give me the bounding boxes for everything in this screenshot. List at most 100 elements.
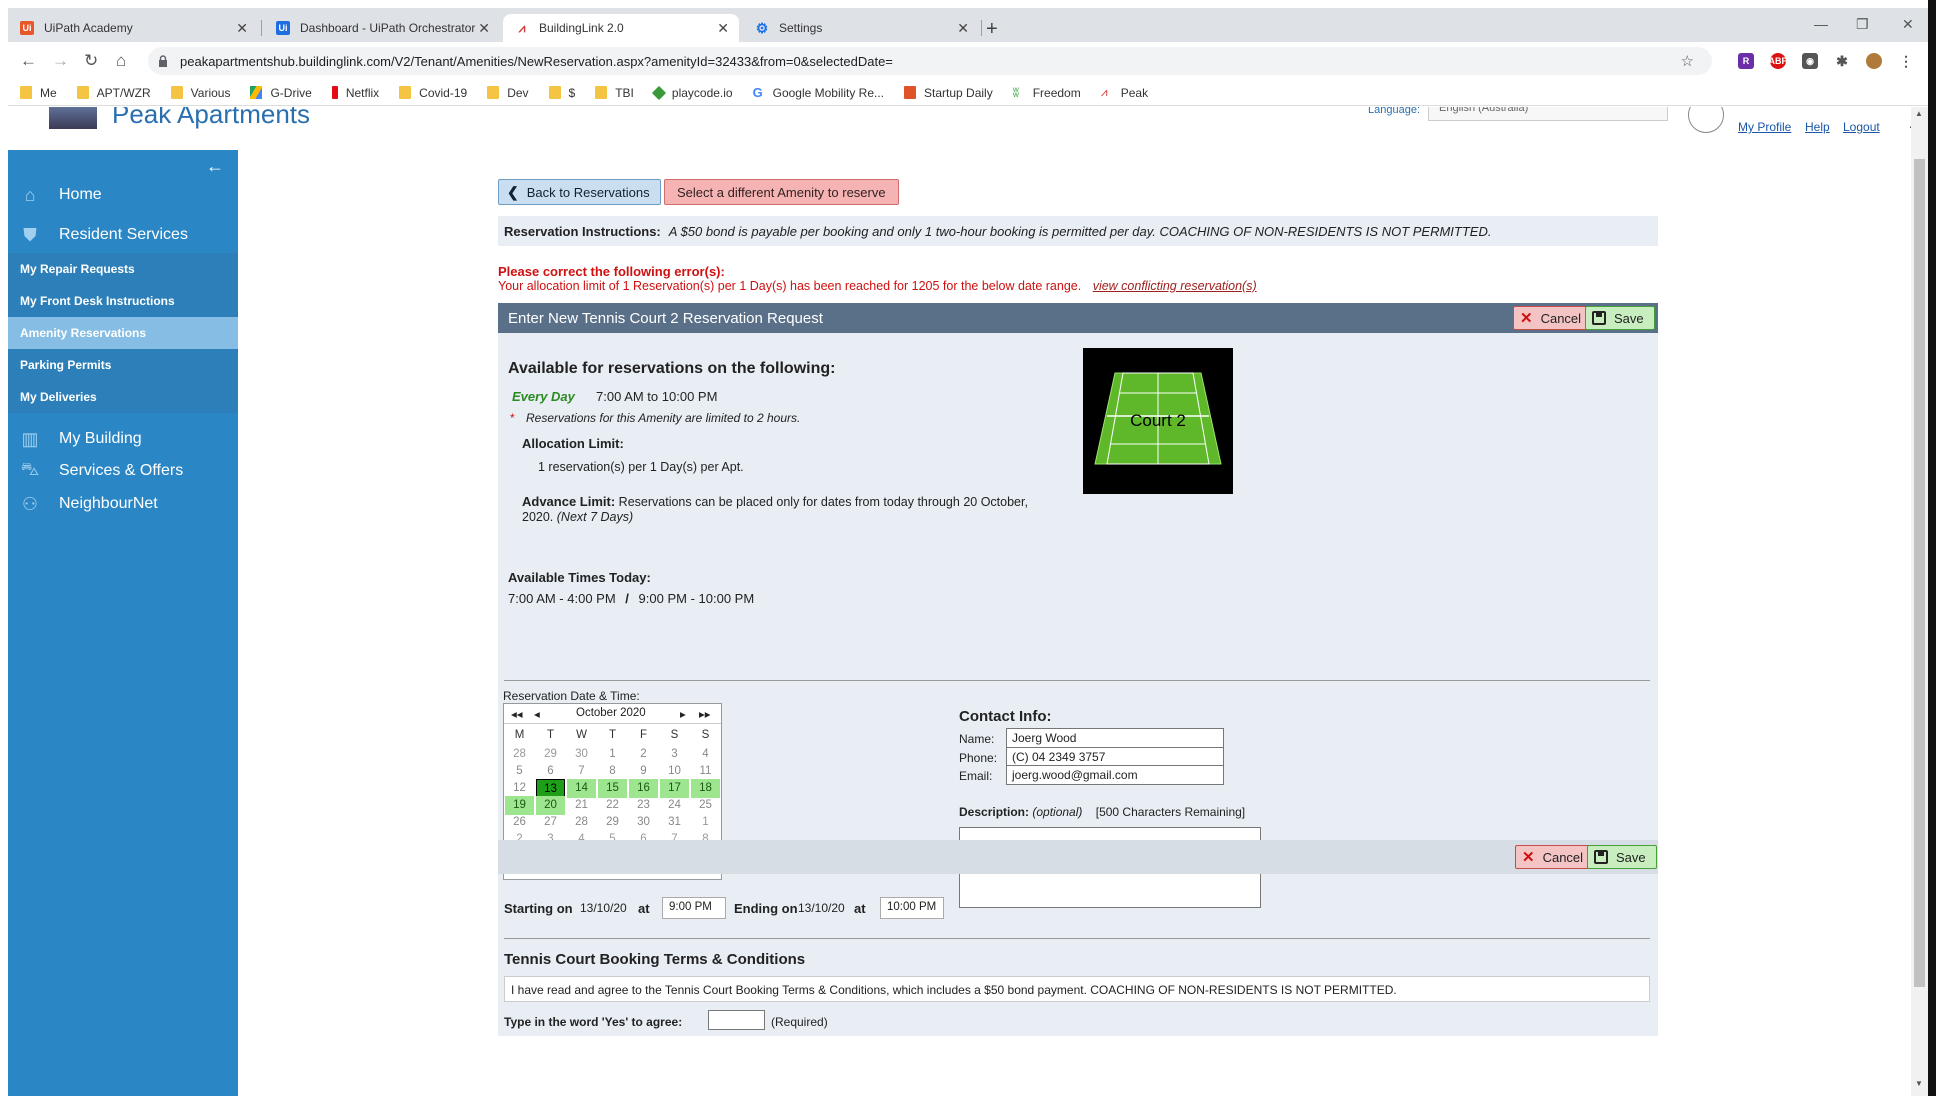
name-field[interactable]: Joerg Wood (1006, 728, 1224, 748)
help-link[interactable]: Help (1805, 120, 1830, 134)
my-profile-link[interactable]: My Profile (1738, 120, 1791, 134)
email-field[interactable]: joerg.wood@gmail.com (1006, 765, 1224, 785)
bookmark[interactable]: ʬ Freedom (1013, 86, 1081, 100)
view-conflicting-link[interactable]: view conflicting reservation(s) (1093, 279, 1257, 293)
name-label: Name: (959, 732, 995, 746)
bookmark[interactable]: Startup Daily (904, 86, 993, 100)
user-avatar-icon[interactable] (1688, 107, 1724, 133)
availability-title: Available for reservations on the follow… (508, 360, 836, 377)
reload-icon[interactable]: ↻ (84, 51, 98, 71)
close-icon[interactable]: ✕ (478, 20, 490, 37)
next-year-icon[interactable]: ▸▸ (699, 707, 711, 721)
logout-link[interactable]: Logout (1843, 120, 1880, 134)
chevron-left-icon: ❮ (507, 183, 519, 200)
sidebar-item-amenity-reservations[interactable]: Amenity Reservations (8, 317, 238, 349)
allocation-value: 1 reservation(s) per 1 Day(s) per Apt. (538, 460, 744, 474)
extension-shield-icon[interactable]: ◉ (1802, 53, 1818, 69)
bookmark[interactable]: playcode.io (651, 85, 733, 100)
close-icon[interactable]: ✕ (717, 20, 729, 37)
home-icon[interactable]: ⌂ (116, 51, 126, 71)
page-scrollbar[interactable]: ▲ ▼ (1911, 107, 1928, 1096)
sidebar-item-home[interactable]: ⌂ Home (8, 175, 238, 215)
tab-uipath-academy[interactable]: Ui UiPath Academy ✕ (8, 14, 258, 42)
close-icon[interactable]: ✕ (957, 20, 969, 37)
adblock-icon[interactable]: ABP (1769, 53, 1788, 69)
bookmark[interactable]: $ (548, 86, 575, 100)
bookmark[interactable]: APT/WZR (76, 86, 151, 100)
prev-month-icon[interactable]: ◂ (534, 707, 540, 721)
sidebar-item-repair-requests[interactable]: My Repair Requests (8, 253, 238, 285)
sidebar-item-deliveries[interactable]: My Deliveries (8, 381, 238, 413)
avatar-icon[interactable] (1866, 53, 1882, 69)
folder-icon (20, 86, 32, 99)
sidebar-item-neighbournet[interactable]: ⚇ NeighbourNet (8, 484, 238, 524)
lock-icon (158, 55, 168, 67)
tab-strip: Ui UiPath Academy ✕ Ui Dashboard - UiPat… (8, 8, 1936, 42)
tab-settings[interactable]: ⚙ Settings ✕ (743, 14, 979, 42)
court-label: Court 2 (1130, 411, 1186, 430)
calendar-day-header: W (576, 729, 587, 741)
forward-arrow-icon[interactable]: → (52, 51, 69, 71)
reservation-instructions: Reservation Instructions: A $50 bond is … (498, 216, 1658, 246)
new-tab-icon[interactable]: + (986, 18, 998, 41)
agree-input[interactable] (708, 1010, 765, 1030)
close-icon[interactable]: ✕ (236, 20, 248, 37)
bookmark[interactable]: Netflix (331, 86, 379, 100)
folder-icon (487, 86, 500, 99)
bookmark[interactable]: Me (20, 86, 57, 100)
email-label: Email: (959, 769, 993, 783)
minimize-icon[interactable]: — (1814, 16, 1828, 32)
bookmark[interactable]: G Google Mobility Re... (753, 86, 884, 100)
save-button[interactable]: Save (1587, 845, 1657, 869)
tab-uipath-orchestrator[interactable]: Ui Dashboard - UiPath Orchestrator ✕ (264, 14, 500, 42)
sidebar-item-resident-services[interactable]: ⛊ Resident Services (8, 215, 238, 255)
prev-year-icon[interactable]: ◂◂ (511, 707, 523, 721)
gear-icon: ⚙ (755, 19, 769, 36)
menu-dots-icon[interactable]: ⋮ (1898, 53, 1914, 69)
availability-hours: 7:00 AM to 10:00 PM (596, 389, 718, 404)
star-icon[interactable]: ☆ (1681, 52, 1694, 70)
back-arrow-icon[interactable]: ← (20, 51, 37, 71)
phone-field[interactable]: (C) 04 2349 3757 (1006, 747, 1224, 767)
scroll-down-icon[interactable]: ▼ (1915, 1079, 1923, 1088)
cancel-button[interactable]: ✕ Cancel (1515, 845, 1595, 869)
sidebar-item-parking-permits[interactable]: Parking Permits (8, 349, 238, 381)
ending-time-input[interactable]: 10:00 PM (880, 897, 944, 919)
back-to-reservations-button[interactable]: ❮ Back to Reservations (498, 179, 661, 205)
address-bar[interactable]: peakapartmentshub.buildinglink.com/V2/Te… (148, 47, 1712, 75)
restore-icon[interactable]: ❐ (1856, 16, 1869, 33)
contact-info-title: Contact Info: (959, 708, 1052, 725)
agree-label: Type in the word 'Yes' to agree: (504, 1015, 683, 1029)
bookmark[interactable]: Various (170, 86, 230, 100)
building-logo (49, 107, 97, 129)
sidebar: ← ⌂ Home ⛊ Resident Services My Repair R… (8, 150, 238, 1096)
calendar-day-header: M (514, 729, 525, 741)
sidebar-item-front-desk[interactable]: My Front Desk Instructions (8, 285, 238, 317)
window-close-icon[interactable]: ✕ (1902, 16, 1914, 33)
starting-date: 13/10/20 (580, 901, 627, 915)
calendar-day-header: T (546, 729, 555, 741)
puzzle-icon[interactable]: ✱ (1834, 53, 1850, 69)
date-time-label: Reservation Date & Time: (503, 689, 640, 703)
cancel-button[interactable]: ✕ Cancel (1513, 306, 1593, 330)
gdrive-icon (250, 86, 263, 99)
next-month-icon[interactable]: ▸ (680, 707, 686, 721)
bookmark[interactable]: Dev (487, 86, 529, 100)
bookmark[interactable]: TBI (595, 86, 634, 100)
save-button[interactable]: Save (1585, 306, 1655, 330)
tab-buildinglink[interactable]: ⩘ BuildingLink 2.0 ✕ (503, 14, 739, 42)
starting-label: Starting on (504, 901, 573, 916)
bookmark[interactable]: G-Drive (250, 86, 312, 100)
bookmark[interactable]: ⩘ Peak (1101, 86, 1148, 100)
advance-limit: Advance Limit: Reservations can be place… (522, 494, 1028, 524)
extension-r-icon[interactable]: R (1738, 53, 1754, 69)
available-times-title: Available Times Today: (508, 570, 651, 585)
select-different-amenity-button[interactable]: Select a different Amenity to reserve (664, 179, 899, 205)
bookmark[interactable]: Covid-19 (399, 86, 467, 100)
starting-time-input[interactable]: 9:00 PM (662, 897, 726, 919)
scroll-thumb[interactable] (1914, 159, 1925, 987)
limit-note: * Reservations for this Amenity are limi… (510, 411, 801, 425)
bookmarks-bar: Me APT/WZR Various G-Drive Netflix Covid… (8, 80, 1936, 106)
scroll-up-icon[interactable]: ▲ (1915, 109, 1923, 118)
collapse-arrow-icon[interactable]: ← (206, 156, 224, 177)
